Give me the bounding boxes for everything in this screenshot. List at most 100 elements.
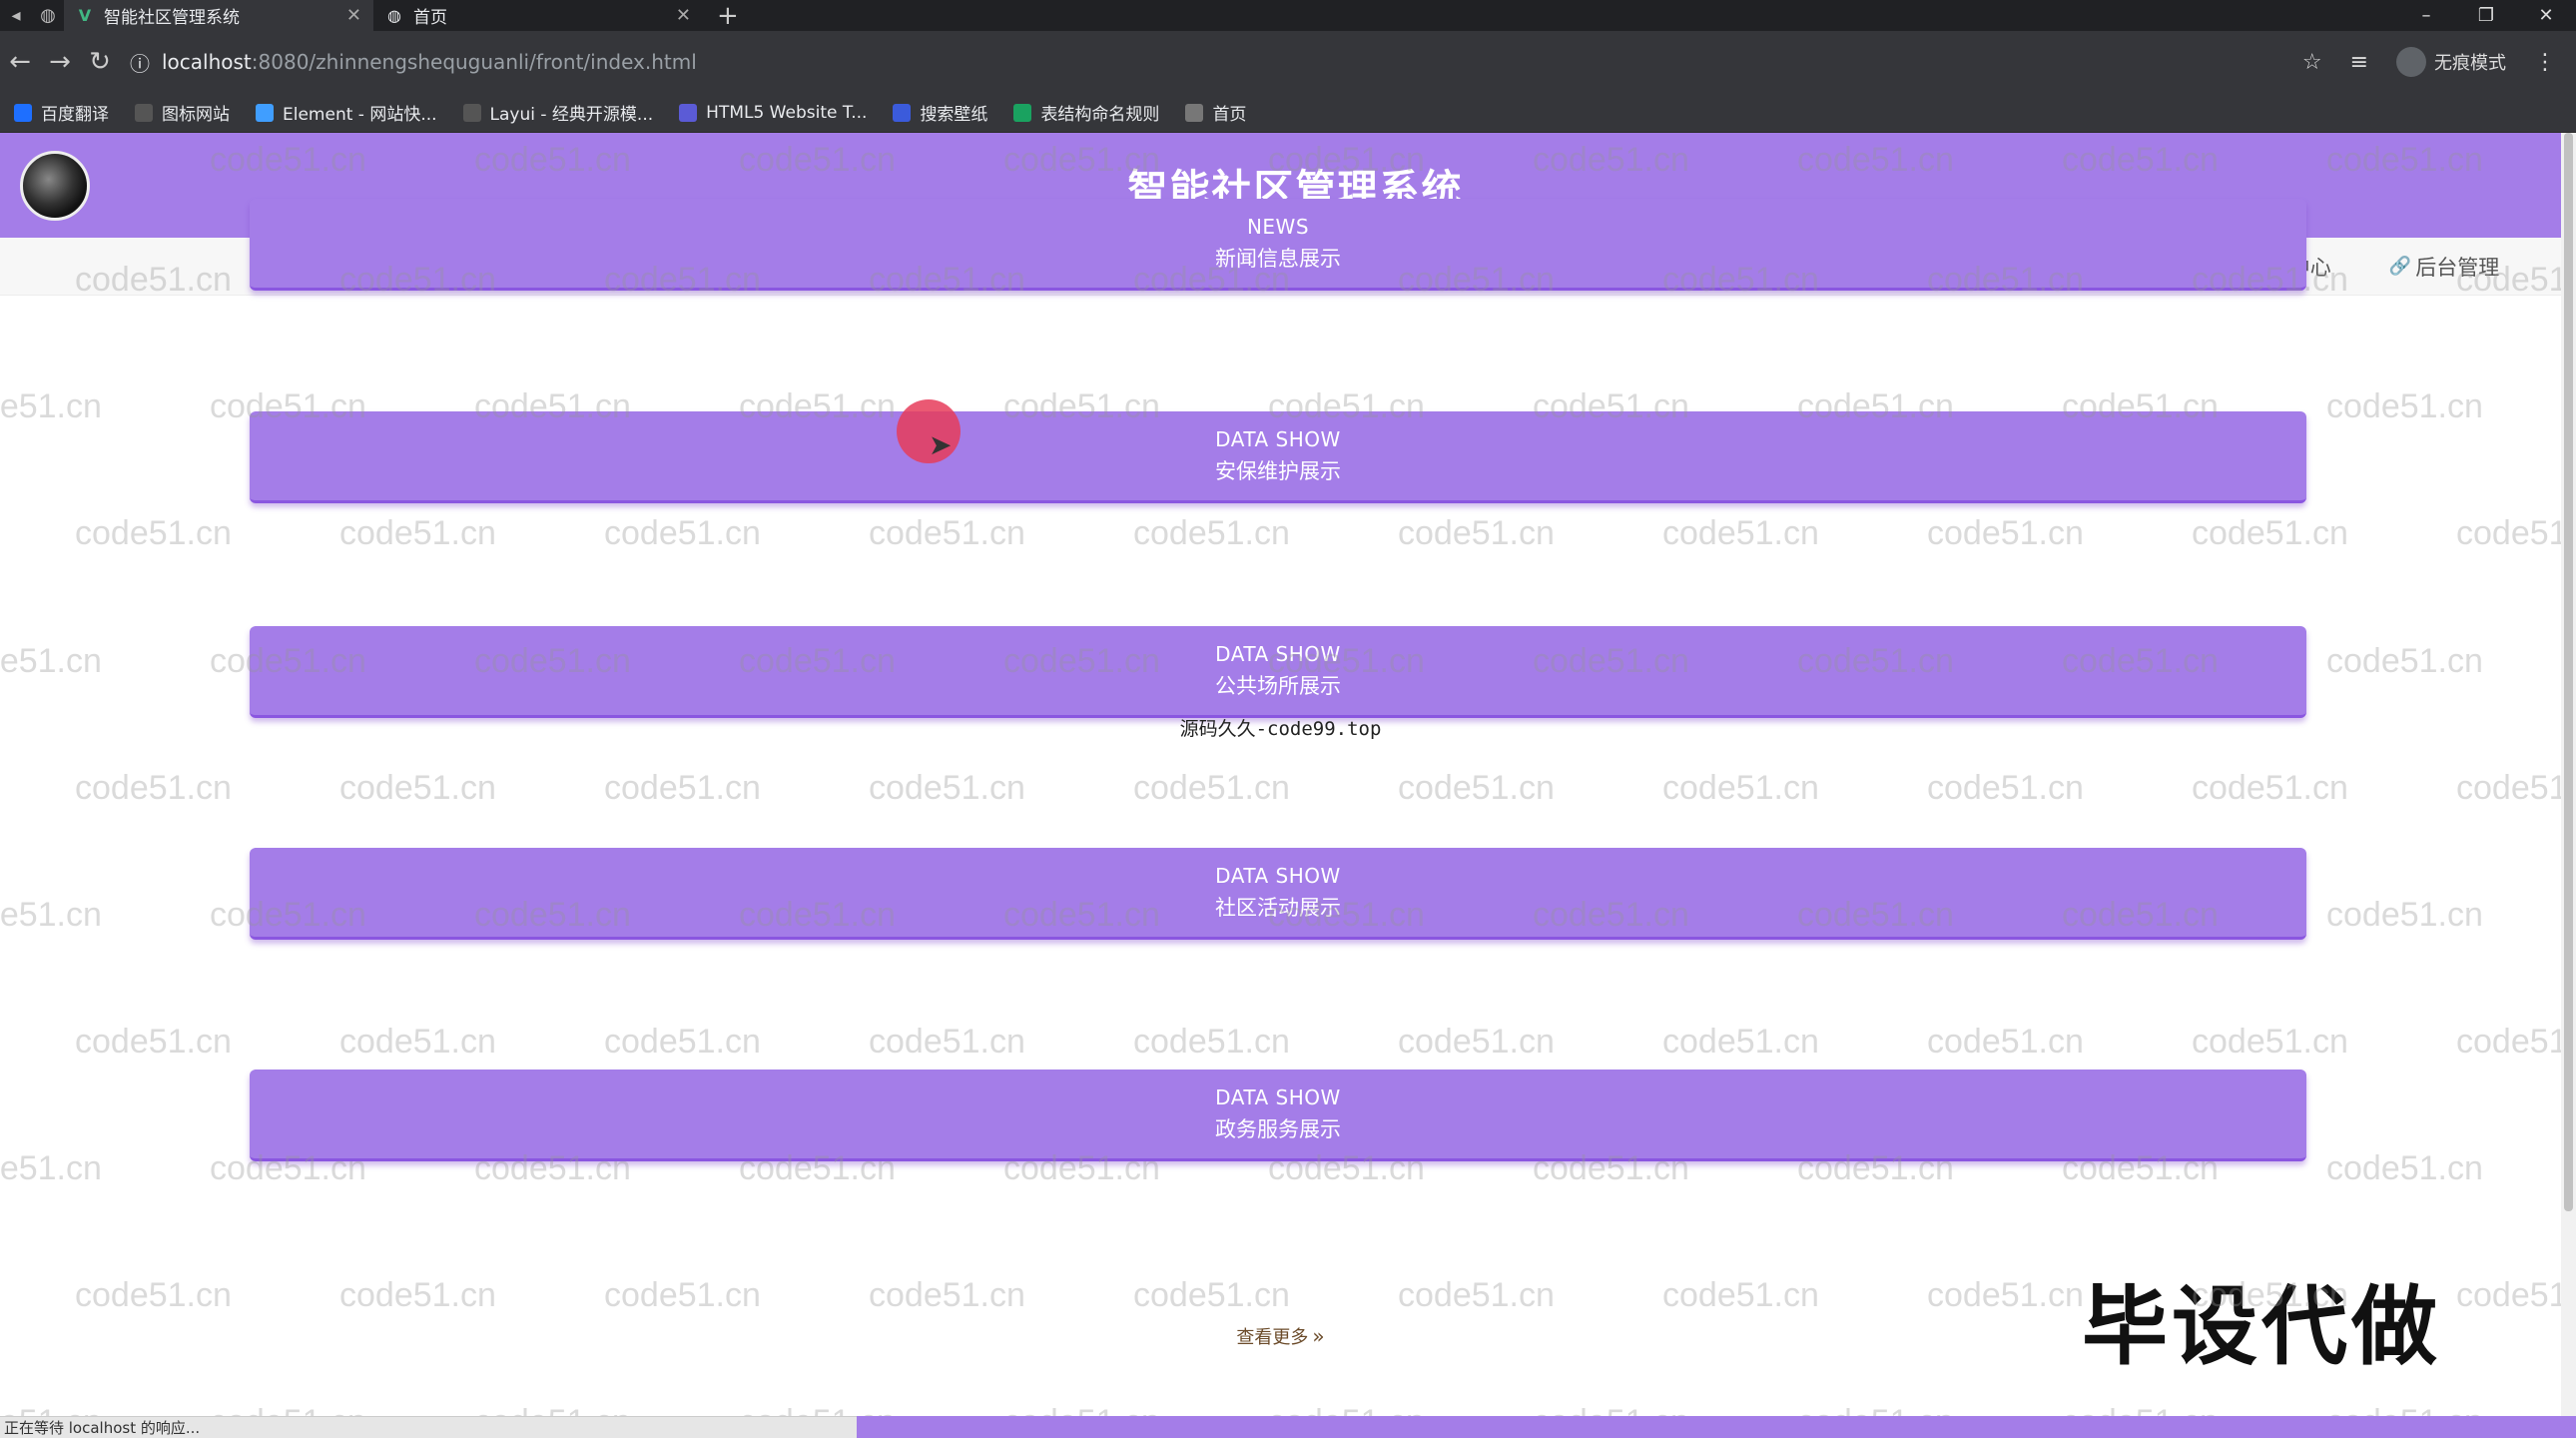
site-logo[interactable]: [20, 151, 90, 221]
bookmark-item[interactable]: 图标网站: [135, 100, 230, 125]
incognito-badge[interactable]: 无痕模式: [2396, 47, 2506, 77]
watermark-text: code51.cn: [1927, 514, 2084, 552]
reload-icon[interactable]: ↻: [80, 47, 120, 77]
section-title-cn: 社区活动展示: [1215, 895, 1341, 920]
watermark-text: code51.cn: [1398, 769, 1555, 807]
watermark-text: code51.cn: [1003, 1403, 1160, 1416]
watermark-text: code51.cn: [0, 1149, 102, 1187]
watermark-text: code51.cn: [1662, 1276, 1819, 1314]
bookmark-label: Element - 网站快...: [283, 105, 437, 125]
close-icon[interactable]: ✕: [676, 5, 691, 26]
bookmark-icon: [679, 103, 698, 122]
reading-list-icon[interactable]: ≡: [2350, 50, 2368, 75]
bookmark-item[interactable]: Layui - 经典开源模...: [462, 100, 653, 125]
browser-tab-1[interactable]: V 智能社区管理系统 ✕: [64, 0, 373, 31]
bookmark-label: 搜索壁纸: [920, 105, 988, 125]
watermark-text: code51.cn: [1398, 514, 1555, 552]
watermark-text: code51.cn: [1133, 769, 1290, 807]
watermark-text: code51.cn: [739, 1403, 896, 1416]
address-bar: ← → ↻ ⓘ localhost:8080/zhinnengshequguan…: [0, 31, 2576, 93]
section-title-cn: 安保维护展示: [1215, 458, 1341, 483]
audio-icon[interactable]: ◂: [0, 0, 32, 31]
watermark-text: code51.cn: [2456, 769, 2561, 807]
double-chevron-icon: »: [1312, 1324, 1325, 1348]
section-title-cn: 新闻信息展示: [1215, 246, 1341, 271]
bookmark-label: HTML5 Website T...: [706, 102, 868, 123]
bookmark-icon: [256, 103, 274, 122]
watermark-text: code51.cn: [1133, 1023, 1290, 1061]
bookmark-icon: [14, 103, 32, 122]
watermark-text: code51.cn: [75, 769, 232, 807]
bookmark-item[interactable]: HTML5 Website T...: [679, 103, 867, 123]
watermark-text: code51.cn: [2326, 1149, 2483, 1187]
url-path: :8080/zhinnengshequguanli/front/index.ht…: [251, 50, 697, 74]
bookmark-icon: [462, 103, 481, 122]
bookmark-label: 百度翻译: [41, 105, 109, 125]
watermark-text: code51.cn: [1133, 514, 1290, 552]
watermark-text: code51.cn: [2456, 1276, 2561, 1314]
close-icon[interactable]: ✕: [346, 5, 361, 26]
star-icon[interactable]: ☆: [2302, 50, 2322, 75]
watermark-text: code51.cn: [869, 1276, 1025, 1314]
watermark-text: code51.cn: [75, 1276, 232, 1314]
tab-title: 智能社区管理系统: [104, 8, 240, 28]
page-content: 智能社区管理系统 ⌂首页○安保维护◌论坛◎公告⚙公共场所☺留言板▦新闻信息◫社区…: [0, 133, 2561, 1416]
bookmark-item[interactable]: 搜索壁纸: [893, 100, 987, 125]
watermark-text: code51.cn: [2326, 1403, 2483, 1416]
forward-icon[interactable]: →: [40, 47, 80, 77]
watermark-text: code51.cn: [339, 769, 496, 807]
watermark-text: code51.cn: [2456, 1023, 2561, 1061]
vue-icon: V: [78, 6, 92, 25]
tab-title: 首页: [413, 8, 447, 28]
watermark-text: code51.cn: [2192, 514, 2348, 552]
watermark-text: code51.cn: [339, 1276, 496, 1314]
watermark-text: code51.cn: [1662, 514, 1819, 552]
restore-icon[interactable]: ❐: [2456, 0, 2516, 31]
watermark-text: code51.cn: [604, 514, 761, 552]
watermark-text: code51.cn: [1797, 1403, 1954, 1416]
status-bar-fill: [857, 1416, 2576, 1438]
watermark-text: code51.cn: [1662, 769, 1819, 807]
section-title-cn: 公共场所展示: [1215, 673, 1341, 698]
bookmark-item[interactable]: 首页: [1185, 100, 1246, 125]
section-title-en: DATA SHOW: [1215, 426, 1341, 451]
section-title-en: DATA SHOW: [1215, 641, 1341, 666]
bookmark-item[interactable]: Element - 网站快...: [256, 100, 437, 125]
watermark-text: code51.cn: [474, 1403, 631, 1416]
page-scrollbar[interactable]: [2561, 133, 2576, 1416]
close-window-icon[interactable]: ✕: [2516, 0, 2576, 31]
globe-icon[interactable]: ◍: [32, 0, 64, 31]
info-icon[interactable]: ⓘ: [130, 48, 150, 77]
nav-item[interactable]: 🔗 后台管理: [2371, 244, 2517, 290]
minimize-icon[interactable]: –: [2396, 0, 2456, 31]
watermark-text: code51.cn: [0, 1403, 102, 1416]
bookmark-icon: [1013, 103, 1032, 122]
watermark-text: code51.cn: [2326, 387, 2483, 425]
new-tab-button[interactable]: +: [717, 1, 739, 31]
incognito-icon: [2396, 47, 2426, 77]
watermark-text: code51.cn: [869, 514, 1025, 552]
view-more-label: 查看更多: [1236, 1327, 1309, 1348]
menu-icon[interactable]: ⋮: [2534, 50, 2556, 75]
bookmark-label: 图标网站: [162, 105, 230, 125]
back-icon[interactable]: ←: [0, 47, 40, 77]
watermark-text: code51.cn: [869, 1023, 1025, 1061]
watermark-text: code51.cn: [1927, 769, 2084, 807]
scrollbar-thumb[interactable]: [2564, 133, 2573, 1211]
browser-tab-2[interactable]: ◍ 首页 ✕: [373, 0, 703, 31]
watermark-text: code51.cn: [1927, 1023, 2084, 1061]
section-title-en: DATA SHOW: [1215, 1084, 1341, 1109]
watermark-text: code51.cn: [339, 514, 496, 552]
url-field[interactable]: ⓘ localhost:8080/zhinnengshequguanli/fro…: [130, 48, 697, 77]
bookmarks-bar: 百度翻译 图标网站 Element - 网站快... Layui - 经典开源模...…: [0, 93, 2576, 133]
bookmark-label: 首页: [1212, 105, 1247, 125]
watermark-text: code51.cn: [1662, 1023, 1819, 1061]
cursor-icon: ➤: [929, 428, 953, 461]
link-icon: 🔗: [2388, 256, 2412, 277]
bookmark-item[interactable]: 百度翻译: [14, 100, 109, 125]
bookmark-item[interactable]: 表结构命名规则: [1013, 100, 1159, 125]
bookmark-icon: [1185, 103, 1204, 122]
nav-label: 后台管理: [2415, 255, 2500, 280]
section-banner: DATA SHOW 社区活动展示: [250, 848, 2306, 940]
watermark-text: code51.cn: [2192, 769, 2348, 807]
